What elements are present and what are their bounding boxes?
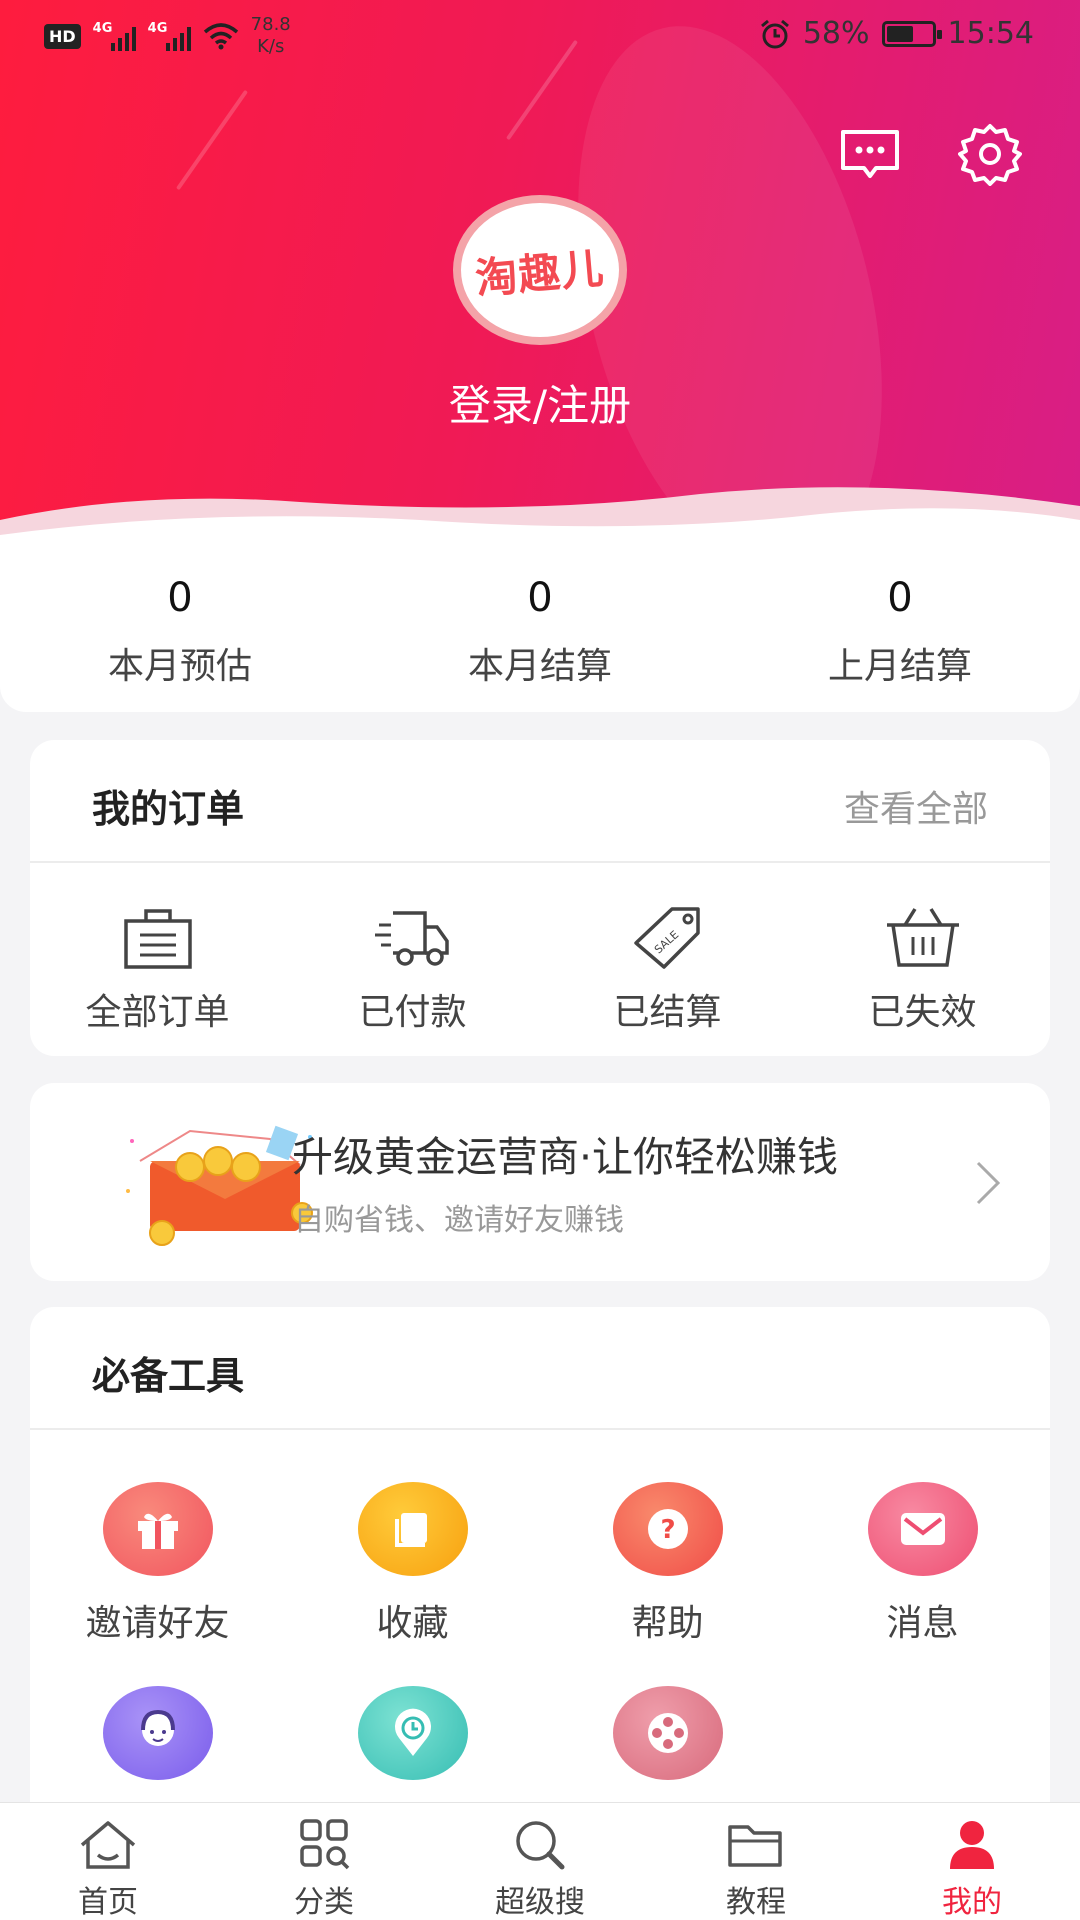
search-icon [516,1821,565,1870]
nav-label: 我的 [942,1885,1002,1920]
book-icon [357,1482,468,1576]
battery-icon [881,20,942,47]
chevron-right-icon [976,1161,1001,1205]
tool-label: 消息 [886,1603,959,1644]
earnings-stats: 0 本月预估 0 本月结算 0 上月结算 [0,537,1080,712]
tool-label: 邀请好友 [85,1603,230,1644]
folder-icon [728,1825,782,1867]
nav-label: 超级搜 [495,1885,585,1920]
gift-icon [102,1482,213,1576]
shopping-bag-icon [123,909,192,969]
tool-favorites[interactable]: 收藏 [285,1430,540,1646]
view-all-orders-link[interactable]: 查看全部 [844,780,988,832]
tools-title: 必备工具 [92,1354,245,1398]
order-all-button[interactable]: 全部订单 [30,863,285,1035]
delivery-truck-icon [374,911,449,966]
network-speed: 78.8 K/s [250,14,291,57]
profile-header: HD 4G 4G 78.8 K/s 58% 15:54 淘趣儿 登录/注册 [0,0,1080,540]
nav-label: 教程 [726,1885,786,1920]
nav-mine[interactable]: 我的 [864,1803,1080,1920]
promo-subtitle: 自购省钱、邀请好友赚钱 [294,1203,624,1238]
order-settled-button[interactable]: SALE 已结算 [540,863,795,1035]
tool-invite-friends[interactable]: 邀请好友 [30,1430,285,1646]
clock: 15:54 [947,16,1034,51]
status-bar: HD 4G 4G 78.8 K/s 58% 15:54 [0,0,1080,72]
tool-video[interactable] [540,1646,795,1780]
logo-text: 淘趣儿 [473,242,607,304]
stat-month-estimate[interactable]: 0 本月预估 [0,537,360,712]
nav-label: 首页 [78,1885,138,1920]
user-icon [950,1821,994,1869]
stat-label: 本月预估 [107,646,252,687]
tool-messages[interactable]: 消息 [795,1430,1050,1646]
signal-icon: 4G [93,21,136,51]
login-register-link[interactable]: 登录/注册 [0,372,1080,433]
customer-service-icon [102,1686,213,1780]
order-label: 已结算 [613,992,722,1033]
red-envelope-coins-icon [126,1125,313,1246]
home-icon [80,1821,136,1869]
nav-home[interactable]: 首页 [0,1803,216,1920]
stat-month-settled[interactable]: 0 本月结算 [360,537,720,712]
wifi-icon [203,23,238,50]
order-label: 已付款 [358,992,467,1033]
sale-tag-icon: SALE [633,907,700,969]
hd-badge: HD [44,23,81,49]
stat-value: 0 [167,575,193,621]
alarm-icon [760,19,789,48]
tool-label: 收藏 [376,1603,449,1644]
nav-label: 分类 [294,1885,354,1920]
signal-icon: 4G [148,21,191,51]
upgrade-promo-banner[interactable]: 升级黄金运营商·让你轻松赚钱 自购省钱、邀请好友赚钱 [30,1083,1050,1281]
order-paid-button[interactable]: 已付款 [285,863,540,1035]
tool-label: 帮助 [631,1603,704,1644]
stat-value: 0 [527,575,553,621]
promo-title: 升级黄金运营商·让你轻松赚钱 [292,1133,839,1181]
svg-text:?: ? [660,1515,675,1545]
category-grid-icon [300,1819,350,1870]
nav-category[interactable]: 分类 [216,1803,432,1920]
clock-location-icon [357,1686,468,1780]
stat-label: 本月结算 [467,646,612,687]
stat-label: 上月结算 [827,646,972,687]
nav-tutorial[interactable]: 教程 [648,1803,864,1920]
header-wave-decoration [0,487,1080,540]
stat-last-month-settled[interactable]: 0 上月结算 [720,537,1080,712]
envelope-icon [867,1482,978,1576]
basket-icon [886,908,959,967]
settings-icon[interactable] [958,122,1022,186]
battery-percent: 58% [802,16,870,51]
order-label: 全部订单 [85,992,230,1033]
bottom-navigation: 首页 分类 超级搜 教程 我的 [0,1802,1080,1920]
header-streak-decoration [175,89,249,191]
film-reel-icon [612,1686,723,1780]
order-label: 已失效 [868,992,977,1033]
tool-customer-service[interactable] [30,1646,285,1780]
question-icon: ? [612,1482,723,1576]
orders-title: 我的订单 [92,787,245,831]
tool-history[interactable] [285,1646,540,1780]
tool-help[interactable]: ? 帮助 [540,1430,795,1646]
order-invalid-button[interactable]: 已失效 [795,863,1050,1035]
message-icon[interactable] [838,122,902,186]
tool-empty-slot [795,1646,1050,1780]
orders-card: 我的订单 查看全部 全部订单 已付款 SALE 已结算 已失效 [30,740,1050,1056]
app-logo-avatar[interactable]: 淘趣儿 [453,195,627,345]
nav-super-search[interactable]: 超级搜 [432,1803,648,1920]
stat-value: 0 [887,575,913,621]
